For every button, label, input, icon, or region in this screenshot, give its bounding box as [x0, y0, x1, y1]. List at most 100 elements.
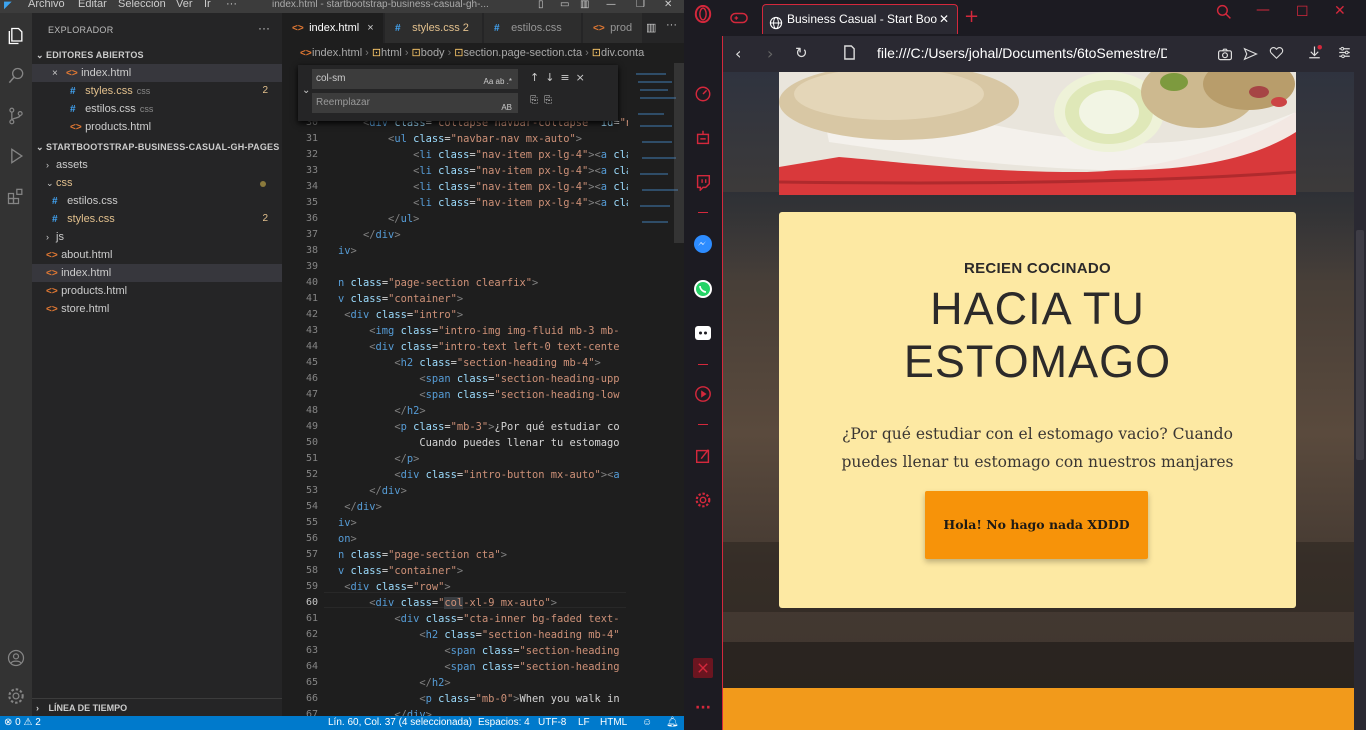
- minimize-icon[interactable]: —: [606, 0, 616, 10]
- tree-folder-assets[interactable]: › assets: [32, 156, 282, 174]
- menu-ir[interactable]: Ir: [204, 0, 211, 10]
- discord-icon[interactable]: [693, 323, 713, 343]
- maximize-icon[interactable]: ☐: [1296, 4, 1309, 20]
- tree-folder-css[interactable]: ⌄ css: [32, 174, 282, 192]
- explorer-icon[interactable]: [0, 21, 32, 51]
- menu-more[interactable]: ···: [226, 0, 237, 10]
- breadcrumb-item[interactable]: index.html: [312, 47, 362, 59]
- explorer-more-icon[interactable]: ···: [258, 21, 270, 35]
- tree-file-store[interactable]: <> store.html: [32, 300, 282, 318]
- settings-icon[interactable]: [693, 490, 713, 510]
- tab-close-icon[interactable]: ✕: [939, 5, 949, 33]
- search-icon[interactable]: [0, 61, 32, 91]
- breadcrumb-item[interactable]: section.page-section.cta: [463, 47, 582, 59]
- close-icon[interactable]: ×: [52, 65, 66, 82]
- speed-dial-icon[interactable]: [693, 84, 713, 104]
- tab-close-icon[interactable]: ×: [367, 22, 373, 34]
- accounts-icon[interactable]: [0, 643, 32, 673]
- reload-icon[interactable]: ↻: [795, 44, 808, 62]
- twitch-icon[interactable]: [693, 172, 713, 192]
- gx-corner-icon[interactable]: [730, 10, 748, 29]
- encoding-status[interactable]: UTF-8: [538, 716, 566, 730]
- editor-scrollbar[interactable]: [674, 63, 684, 243]
- tree-folder-js[interactable]: › js: [32, 228, 282, 246]
- eol-status[interactable]: LF: [578, 716, 590, 730]
- easy-setup-icon[interactable]: [1337, 45, 1352, 64]
- timeline-header[interactable]: › LÍNEA DE TIEMPO: [32, 698, 282, 716]
- project-header[interactable]: ⌄ STARTBOOTSTRAP-BUSINESS-CASUAL-GH-PAGES: [32, 138, 282, 156]
- code-area[interactable]: <div class="collapse navbar-collapse" id…: [338, 115, 628, 725]
- find-options-icons[interactable]: Aa ab .*: [484, 72, 512, 92]
- replace-input[interactable]: Reemplazar AB: [312, 93, 518, 113]
- minimize-icon[interactable]: —: [1256, 2, 1270, 18]
- extensions-icon[interactable]: [693, 658, 713, 678]
- feedback-icon[interactable]: ☺: [642, 716, 652, 730]
- breadcrumb-item[interactable]: html: [381, 47, 402, 59]
- url-input[interactable]: file:///C:/Users/johal/Documents/6toSeme…: [877, 45, 1167, 61]
- open-editor-index[interactable]: × <> index.html: [32, 64, 282, 82]
- heart-icon[interactable]: [1269, 45, 1284, 64]
- tab-estilos[interactable]: # estilos.css: [484, 13, 582, 43]
- open-editor-styles[interactable]: # styles.css css 2: [32, 82, 282, 100]
- open-editor-products[interactable]: <> products.html: [32, 118, 282, 136]
- project-label: STARTBOOTSTRAP-BUSINESS-CASUAL-GH-PAGES: [46, 142, 280, 152]
- scrollbar-thumb[interactable]: [1356, 230, 1364, 460]
- close-window-icon[interactable]: ✕: [664, 0, 672, 10]
- source-control-icon[interactable]: [0, 101, 32, 131]
- more-actions-icon[interactable]: ···: [666, 19, 677, 31]
- find-input[interactable]: col-sm Aa ab .*: [312, 69, 518, 89]
- menu-seleccion[interactable]: Selección: [118, 0, 166, 10]
- split-icon[interactable]: ▥: [580, 0, 589, 10]
- player-icon[interactable]: [693, 384, 713, 404]
- language-status[interactable]: HTML: [600, 716, 627, 730]
- opera-logo-icon[interactable]: [693, 4, 713, 24]
- forward-arrow-icon[interactable]: ›: [767, 44, 773, 63]
- cta-button[interactable]: Hola! No hago nada XDDD: [925, 491, 1148, 559]
- open-editor-estilos[interactable]: # estilos.css css: [32, 100, 282, 118]
- problems-status[interactable]: ⊗ 0 ⚠ 2: [4, 716, 41, 730]
- tree-file-index[interactable]: <> index.html: [32, 264, 282, 282]
- replace-action-icons[interactable]: ⎘⎘: [530, 95, 558, 106]
- browser-tab-active[interactable]: Business Casual - Start Boo ✕: [762, 4, 958, 34]
- new-tab-plus-icon[interactable]: +: [964, 6, 979, 27]
- breadcrumb-item[interactable]: div.conta: [601, 47, 644, 59]
- camera-icon[interactable]: [1217, 46, 1233, 65]
- menu-editar[interactable]: Editar: [78, 0, 107, 10]
- whatsapp-icon[interactable]: [693, 279, 713, 299]
- run-debug-icon[interactable]: [0, 141, 32, 171]
- layout-icon[interactable]: ▯: [538, 0, 544, 10]
- page-scrollbar[interactable]: [1354, 72, 1366, 730]
- find-nav-icons[interactable]: ↑↓≡×: [530, 71, 591, 84]
- tab-products[interactable]: <> prod: [583, 13, 643, 43]
- menu-archivo[interactable]: Archivo: [28, 0, 65, 10]
- tree-file-estilos[interactable]: # estilos.css: [32, 192, 282, 210]
- flow-icon[interactable]: [693, 128, 713, 148]
- open-editors-header[interactable]: ⌄ EDITORES ABIERTOS: [32, 46, 282, 64]
- restore-icon[interactable]: ❐: [636, 0, 645, 10]
- tab-index[interactable]: <> index.html ×: [282, 13, 384, 43]
- notifications-bell-icon[interactable]: 🔔︎: [666, 716, 679, 730]
- tree-file-styles[interactable]: # styles.css 2: [32, 210, 282, 228]
- back-arrow-icon[interactable]: ‹: [735, 44, 741, 63]
- messenger-icon[interactable]: [693, 234, 713, 254]
- tree-file-about[interactable]: <> about.html: [32, 246, 282, 264]
- cursor-position-status[interactable]: Lín. 60, Col. 37 (4 seleccionada): [328, 716, 472, 730]
- indentation-status[interactable]: Espacios: 4: [478, 716, 530, 730]
- preserve-case-icon[interactable]: AB: [501, 98, 512, 118]
- tab-styles[interactable]: # styles.css 2: [385, 13, 483, 43]
- close-window-icon[interactable]: ✕: [1334, 3, 1346, 19]
- download-icon[interactable]: [1307, 45, 1322, 64]
- menu-ver[interactable]: Ver: [176, 0, 193, 10]
- send-icon[interactable]: [1243, 46, 1258, 65]
- search-icon[interactable]: [1216, 4, 1232, 24]
- pinboard-icon[interactable]: [693, 446, 713, 466]
- manage-gear-icon[interactable]: [0, 681, 32, 711]
- tree-file-products[interactable]: <> products.html: [32, 282, 282, 300]
- extensions-icon[interactable]: [0, 181, 32, 211]
- web-page-viewport[interactable]: RECIEN COCINADO HACIA TU ESTOMAGO ¿Por q…: [722, 72, 1366, 730]
- more-icon[interactable]: ···: [693, 698, 713, 718]
- split-editor-icon[interactable]: ▥: [646, 21, 656, 34]
- panel-icon[interactable]: ▭: [560, 0, 569, 10]
- toggle-replace-chevron-icon[interactable]: ⌄: [302, 85, 312, 96]
- breadcrumb-item[interactable]: body: [421, 47, 445, 59]
